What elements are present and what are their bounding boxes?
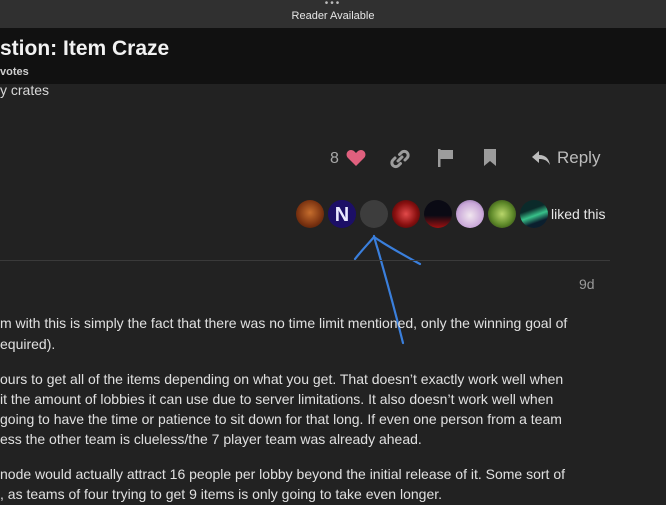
post-line: m with this is simply the fact that ther… (0, 315, 568, 331)
post-divider (0, 260, 610, 261)
heart-icon[interactable] (346, 149, 366, 172)
liked-this-label: liked this (551, 206, 606, 222)
post-text-fragment: y crates (0, 82, 50, 98)
post-line: ess the other team is clueless/the 7 pla… (0, 431, 422, 447)
flag-icon[interactable] (437, 148, 455, 173)
reader-available-label[interactable]: Reader Available (0, 10, 666, 22)
post-line: ours to get all of the items depending o… (0, 371, 564, 387)
topic-title[interactable]: stion: Item Craze (0, 37, 169, 61)
post-actions: 8 Reply (320, 146, 620, 174)
bookmark-icon[interactable] (483, 148, 497, 172)
topic-votes-label: votes (0, 66, 29, 78)
like-count[interactable]: 8 (330, 150, 339, 168)
avatar[interactable] (520, 200, 548, 228)
post-line: it the amount of lobbies it can use due … (0, 391, 554, 407)
link-icon[interactable] (390, 149, 410, 174)
post-line: equired). (0, 336, 56, 352)
liked-by-row: N liked this (296, 200, 616, 230)
avatar[interactable] (360, 200, 388, 228)
post-line: node would actually attract 16 people pe… (0, 466, 566, 482)
svg-text:N: N (335, 204, 349, 226)
reply-arrow-icon (532, 151, 550, 165)
avatar[interactable] (392, 200, 420, 228)
avatar[interactable] (488, 200, 516, 228)
post-line: going to have the time or patience to si… (0, 411, 562, 427)
more-dots-icon[interactable]: ••• (0, 0, 666, 9)
avatar[interactable] (296, 200, 324, 228)
reply-button[interactable]: Reply (531, 148, 600, 168)
avatar[interactable] (424, 200, 452, 228)
avatar[interactable] (456, 200, 484, 228)
browser-top-bar: ••• Reader Available (0, 0, 666, 28)
post-date[interactable]: 9d (579, 276, 595, 292)
avatar[interactable]: N (328, 200, 356, 228)
post-line: , as teams of four trying to get 9 items… (0, 486, 443, 502)
reply-label: Reply (557, 148, 601, 167)
